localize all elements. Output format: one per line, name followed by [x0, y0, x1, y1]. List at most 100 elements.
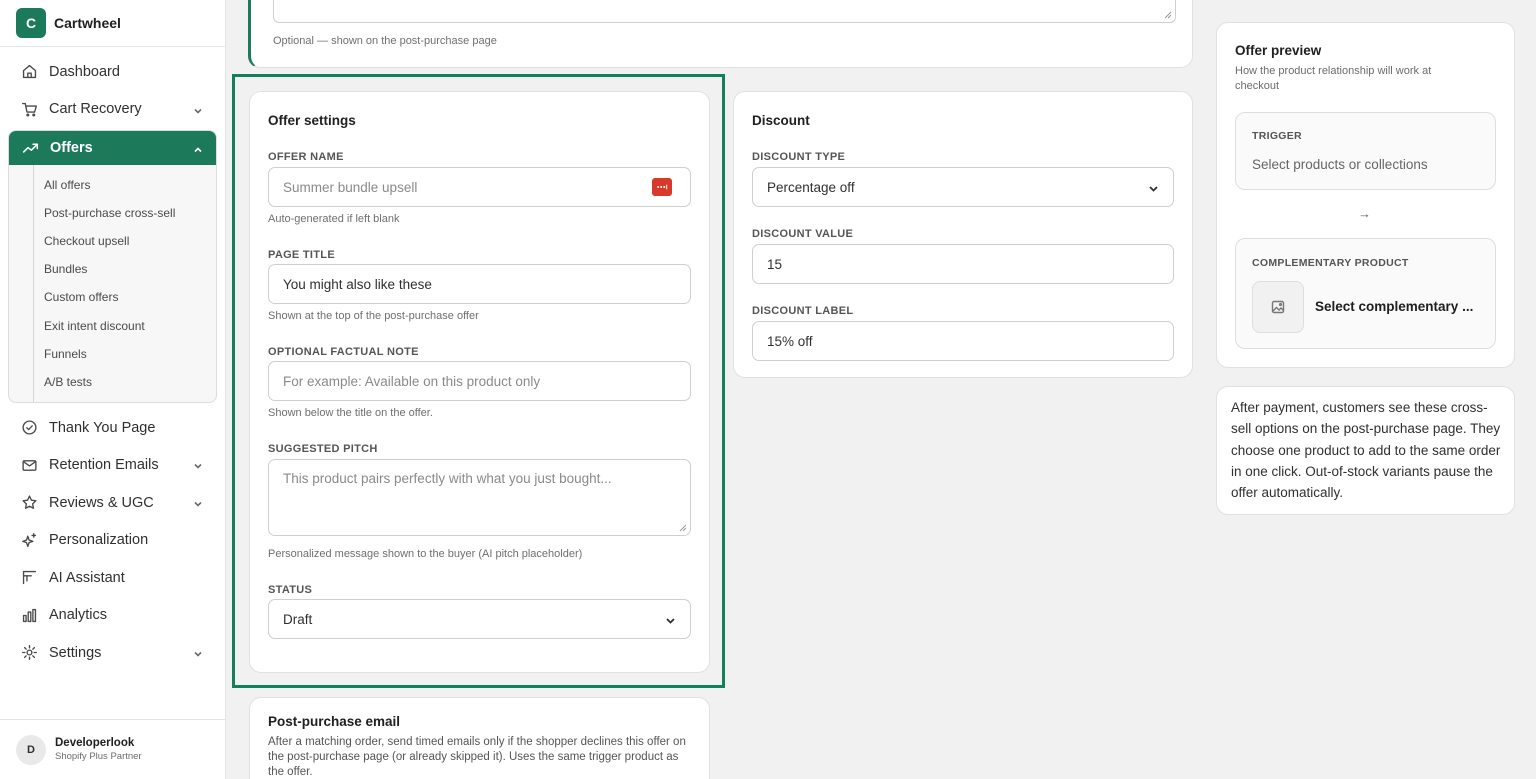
brand[interactable]: C Cartwheel: [0, 0, 225, 47]
trend-up-icon: [21, 139, 39, 157]
status-select[interactable]: Draft: [268, 599, 691, 639]
offer-settings-card: Offer settings Offer name Summer bundle …: [249, 91, 710, 673]
brand-logo: C: [16, 8, 46, 38]
pitch-help: Personalized message shown to the buyer …: [268, 548, 583, 560]
user-name: Developerlook: [55, 737, 135, 749]
sidebar-item-thank-you[interactable]: Thank You Page: [0, 409, 225, 447]
password-manager-icon[interactable]: [652, 178, 672, 196]
chevron-down-icon[interactable]: [193, 497, 203, 507]
bar-chart-icon: [20, 606, 38, 624]
arrow-right-icon: →: [1358, 206, 1371, 221]
discount-value-value: 15: [767, 256, 783, 272]
factual-note-label: Optional factual note: [268, 346, 419, 358]
sidebar-item-reviews[interactable]: Reviews & UGC: [0, 484, 225, 522]
page-title-input[interactable]: You might also like these: [268, 264, 691, 304]
email-description: After a matching order, send timed email…: [268, 736, 686, 778]
sidebar-item-label: Dashboard: [49, 63, 120, 80]
sidebar-item-retention-emails[interactable]: Retention Emails: [0, 446, 225, 484]
sidebar-item-cart-recovery[interactable]: Cart Recovery: [0, 91, 225, 129]
sidebar-item-label: Thank You Page: [49, 419, 156, 436]
chevron-down-icon[interactable]: [193, 104, 203, 114]
sidebar-item-dashboard[interactable]: Dashboard: [0, 53, 225, 91]
discount-type-value: Percentage off: [767, 179, 855, 195]
sidebar-item-label: Cart Recovery: [49, 101, 142, 118]
discount-title: Discount: [752, 113, 810, 128]
info-text: After payment, customers see these cross…: [1231, 400, 1501, 501]
discount-type-label: Discount type: [752, 151, 846, 163]
sidebar-item-label: Reviews & UGC: [49, 494, 154, 511]
sidebar-item-settings[interactable]: Settings: [0, 634, 225, 672]
sidebar: C Cartwheel Dashboard Cart Recovery Offe…: [0, 0, 226, 779]
cart-icon: [20, 100, 38, 118]
user-account[interactable]: D Developerlook Shopify Plus Partner: [0, 719, 225, 779]
pitch-placeholder: This product pairs perfectly with what y…: [283, 471, 612, 486]
trigger-label: TRIGGER: [1252, 130, 1302, 142]
submenu-item-post-purchase[interactable]: Post-purchase cross-sell: [34, 199, 216, 227]
user-role: Shopify Plus Partner: [55, 751, 142, 762]
chevron-down-icon[interactable]: [193, 647, 203, 657]
email-title: Post-purchase email: [268, 714, 401, 729]
status-value: Draft: [283, 611, 313, 627]
submenu-item-funnels[interactable]: Funnels: [34, 340, 216, 368]
sparkle-icon: [20, 531, 38, 549]
offer-preview-card: Offer preview How the product relationsh…: [1216, 22, 1515, 368]
top-card: Optional — shown on the post-purchase pa…: [248, 0, 1193, 68]
avatar: D: [16, 734, 46, 765]
post-purchase-email-card: Post-purchase email After a matching ord…: [249, 697, 710, 779]
offer-name-input[interactable]: Summer bundle upsell: [268, 167, 691, 207]
sidebar-item-label: Offers: [50, 140, 93, 156]
factual-note-placeholder: For example: Available on this product o…: [283, 373, 541, 389]
sidebar-item-label: AI Assistant: [49, 569, 125, 586]
pitch-textarea[interactable]: This product pairs perfectly with what y…: [268, 459, 691, 536]
discount-label-input[interactable]: 15% off: [752, 321, 1174, 361]
offer-settings-title: Offer settings: [268, 113, 356, 128]
chevron-down-icon: [665, 614, 676, 625]
assistant-icon: [20, 569, 38, 587]
star-icon: [20, 494, 38, 512]
resize-grip-icon[interactable]: [1164, 11, 1172, 19]
top-help-text: Optional — shown on the post-purchase pa…: [273, 35, 497, 47]
top-textarea[interactable]: [273, 0, 1176, 23]
sidebar-item-label: Retention Emails: [49, 457, 159, 473]
sidebar-item-analytics[interactable]: Analytics: [0, 596, 225, 634]
preview-subtitle: How the product relationship will work a…: [1235, 65, 1432, 92]
status-label: Status: [268, 584, 313, 596]
submenu-item-exit-intent[interactable]: Exit intent discount: [34, 311, 216, 339]
sidebar-item-label: Settings: [49, 644, 102, 661]
discount-label-value: 15% off: [767, 333, 813, 349]
offer-name-placeholder: Summer bundle upsell: [283, 179, 418, 195]
chevron-down-icon[interactable]: [193, 459, 203, 469]
page-title-label: Page title: [268, 249, 335, 261]
offer-name-label: Offer name: [268, 151, 344, 163]
page-title-help: Shown at the top of the post-purchase of…: [268, 310, 479, 322]
brand-name: Cartwheel: [54, 15, 121, 31]
submenu-item-custom-offers[interactable]: Custom offers: [34, 283, 216, 311]
gear-icon: [20, 644, 38, 662]
resize-grip-icon[interactable]: [679, 524, 687, 532]
chevron-down-icon: [1148, 182, 1159, 193]
pitch-label: Suggested pitch: [268, 443, 378, 455]
chevron-up-icon[interactable]: [193, 143, 203, 153]
offers-group: Offers All offers Post-purchase cross-se…: [8, 130, 217, 403]
sidebar-item-ai-assistant[interactable]: AI Assistant: [0, 559, 225, 597]
sidebar-item-offers[interactable]: Offers: [9, 131, 216, 165]
complementary-box[interactable]: COMPLEMENTARY PRODUCT Select complementa…: [1235, 238, 1496, 349]
submenu-item-ab-tests[interactable]: A/B tests: [34, 368, 216, 396]
submenu-item-checkout-upsell[interactable]: Checkout upsell: [34, 227, 216, 255]
trigger-value: Select products or collections: [1252, 157, 1428, 172]
image-placeholder-icon: [1252, 281, 1304, 333]
submenu-item-bundles[interactable]: Bundles: [34, 255, 216, 283]
discount-label-label: Discount label: [752, 305, 854, 317]
submenu-item-all-offers[interactable]: All offers: [34, 171, 216, 199]
discount-value-input[interactable]: 15: [752, 244, 1174, 284]
factual-note-help: Shown below the title on the offer.: [268, 407, 433, 419]
discount-type-select[interactable]: Percentage off: [752, 167, 1174, 207]
trigger-box[interactable]: TRIGGER Select products or collections: [1235, 112, 1496, 190]
offer-name-help: Auto-generated if left blank: [268, 213, 400, 225]
mail-icon: [20, 456, 38, 474]
sidebar-item-label: Analytics: [49, 607, 108, 623]
check-circle-icon: [20, 419, 38, 437]
factual-note-input[interactable]: For example: Available on this product o…: [268, 361, 691, 401]
sidebar-item-personalization[interactable]: Personalization: [0, 521, 225, 559]
complementary-value: Select complementary ...: [1315, 299, 1474, 314]
